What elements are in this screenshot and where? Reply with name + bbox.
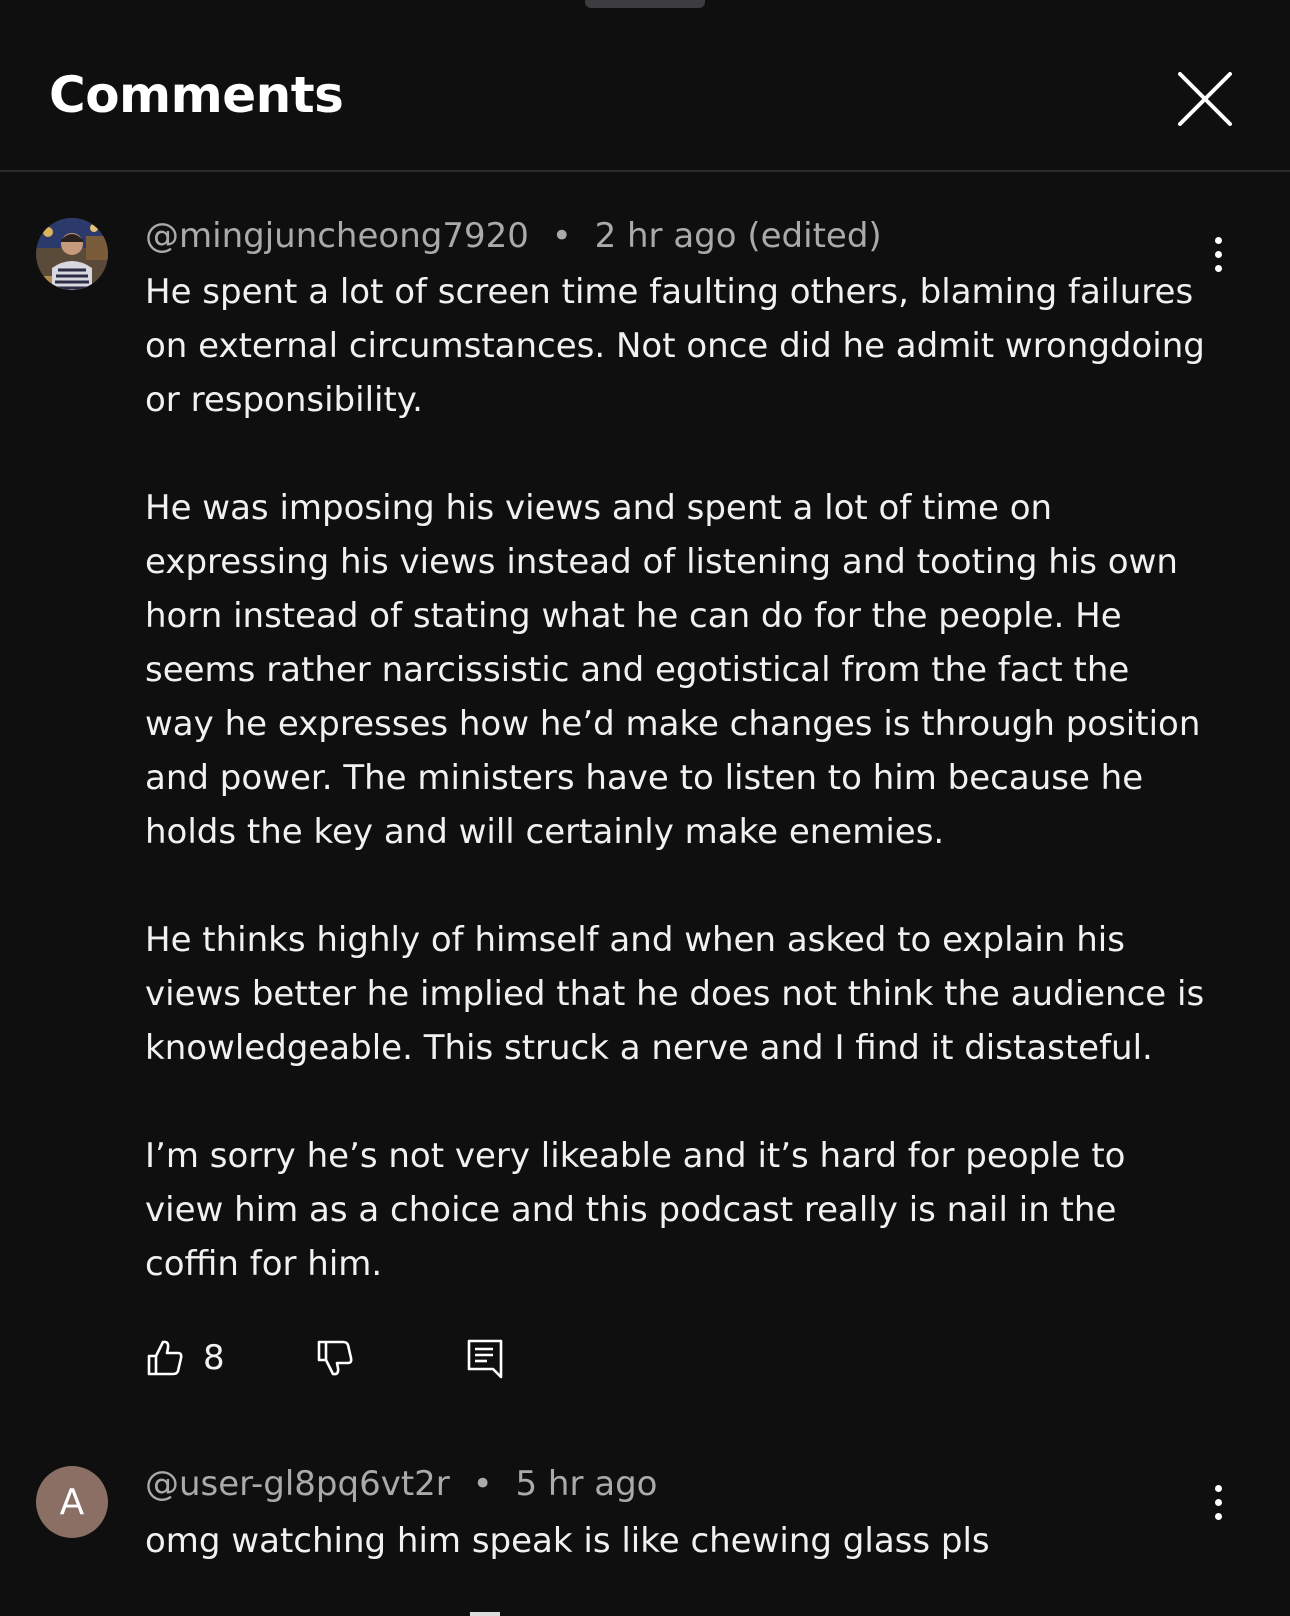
close-icon — [1178, 72, 1232, 126]
thumb-down-icon — [317, 1340, 353, 1376]
comment-meta: @user-gl8pq6vt2r • 5 hr ago — [145, 1464, 657, 1504]
avatar-letter: A — [59, 1481, 85, 1523]
user-photo-avatar — [36, 218, 108, 290]
comment-paragraph: He was imposing his views and spent a lo… — [145, 488, 1201, 852]
thumb-up-icon — [147, 1340, 183, 1376]
comment-paragraph: He thinks highly of himself and when ask… — [145, 920, 1205, 1068]
like-button[interactable]: 8 — [145, 1333, 225, 1383]
like-count: 8 — [203, 1338, 225, 1378]
more-vertical-icon — [1214, 1484, 1222, 1492]
comment-actions: 8 — [145, 1333, 545, 1383]
page-title: Comments — [49, 66, 344, 124]
comment-username[interactable]: @user-gl8pq6vt2r — [145, 1464, 450, 1504]
reply-comment-icon — [467, 1339, 503, 1379]
comment-paragraph: He spent a lot of screen time faulting o… — [145, 272, 1205, 420]
comment-paragraph: I’m sorry he’s not very likeable and it’… — [145, 1136, 1126, 1284]
close-button[interactable] — [1176, 70, 1234, 128]
avatar[interactable]: A — [36, 1466, 108, 1538]
avatar[interactable] — [36, 218, 108, 290]
meta-separator: • — [551, 216, 572, 256]
comment-timestamp: 5 hr ago — [515, 1464, 658, 1504]
more-options-button[interactable] — [1200, 1478, 1236, 1526]
comment-text: omg watching him speak is like chewing g… — [145, 1514, 1205, 1568]
comment-timestamp: 2 hr ago (edited) — [594, 216, 882, 256]
more-options-button[interactable] — [1200, 230, 1236, 278]
comment-username[interactable]: @mingjuncheong7920 — [145, 216, 529, 256]
next-action-icon-partial — [470, 1612, 500, 1616]
meta-separator: • — [472, 1464, 493, 1504]
dislike-button[interactable] — [315, 1333, 355, 1383]
comment-paragraph: omg watching him speak is like chewing g… — [145, 1521, 990, 1561]
comment-text: He spent a lot of screen time faulting o… — [145, 265, 1205, 1291]
more-vertical-icon — [1214, 236, 1222, 244]
comment-meta: @mingjuncheong7920 • 2 hr ago (edited) — [145, 216, 882, 256]
comments-header: Comments — [0, 0, 1290, 172]
reply-button[interactable] — [465, 1333, 505, 1383]
